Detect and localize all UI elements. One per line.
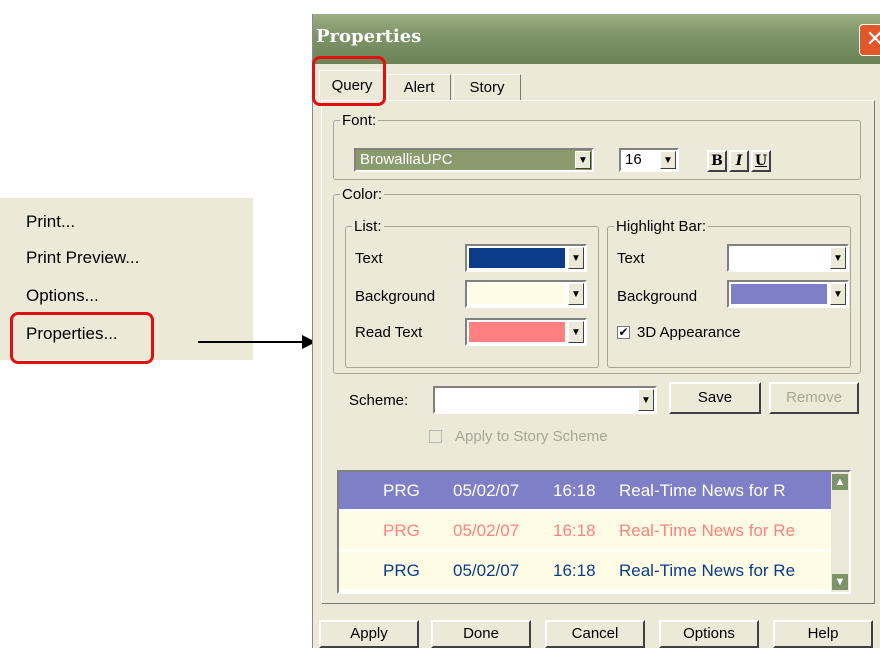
- preview-scrollbar[interactable]: ▲ ▼: [831, 472, 849, 592]
- list-background-swatch: [469, 284, 565, 304]
- chevron-down-icon[interactable]: ▼: [830, 247, 846, 269]
- row-time: 16:18: [553, 481, 596, 500]
- row-code: PRG: [383, 481, 420, 500]
- highlight-text-swatch: [731, 248, 827, 268]
- arrow-line: [198, 341, 304, 343]
- chevron-down-icon[interactable]: ▼: [568, 283, 584, 305]
- help-button[interactable]: Help: [773, 620, 873, 648]
- row-time: 16:18: [553, 561, 596, 580]
- highlight-text-color-select[interactable]: ▼: [727, 244, 849, 272]
- list-item[interactable]: PRG 05/02/07 16:18 Real-Time News for Re: [339, 512, 833, 549]
- list-item[interactable]: PRG 05/02/07 16:18 Real-Time News for R: [339, 472, 833, 509]
- 3d-appearance-label: 3D Appearance: [637, 324, 741, 341]
- list-read-text-swatch: [469, 322, 565, 342]
- row-headline: Real-Time News for Re: [619, 521, 796, 540]
- row-code: PRG: [383, 561, 420, 580]
- font-size-value: 16: [625, 151, 642, 168]
- highlight-background-swatch: [731, 284, 827, 304]
- apply-button[interactable]: Apply: [319, 620, 419, 648]
- font-size-select[interactable]: 16 ▼: [619, 148, 679, 172]
- list-text-swatch: [469, 248, 565, 268]
- chevron-down-icon[interactable]: ▼: [568, 321, 584, 343]
- scheme-select[interactable]: ▼: [433, 386, 657, 414]
- bold-button[interactable]: B: [707, 150, 727, 172]
- remove-button[interactable]: Remove: [769, 382, 859, 414]
- highlight-group-label: Highlight Bar:: [614, 218, 709, 235]
- row-date: 05/02/07: [453, 561, 520, 580]
- highlight-background-label: Background: [617, 288, 698, 305]
- apply-story-scheme-checkbox[interactable]: [429, 430, 442, 443]
- done-button[interactable]: Done: [431, 620, 531, 648]
- tab-story-label: Story: [469, 79, 505, 96]
- properties-dialog: Properties ✕ Query Alert Story Font: Bro…: [312, 14, 880, 648]
- font-family-select[interactable]: BrowalliaUPC ▼: [354, 148, 594, 172]
- chevron-down-icon[interactable]: ▼: [575, 151, 591, 169]
- list-read-text-label: Read Text: [355, 324, 423, 341]
- list-background-label: Background: [355, 288, 436, 305]
- menu-item-print[interactable]: Print...: [26, 212, 75, 232]
- scheme-label: Scheme:: [349, 392, 409, 409]
- apply-story-scheme-label: Apply to Story Scheme: [455, 428, 608, 445]
- underline-button[interactable]: U: [751, 150, 771, 172]
- row-code: PRG: [383, 521, 420, 540]
- row-time: 16:18: [553, 521, 596, 540]
- list-text-label: Text: [355, 250, 383, 267]
- list-background-color-select[interactable]: ▼: [465, 280, 587, 308]
- properties-highlight-box: [10, 312, 154, 364]
- preview-list[interactable]: PRG 05/02/07 16:18 Real-Time News for R …: [337, 470, 851, 594]
- tab-alert[interactable]: Alert: [387, 74, 451, 101]
- font-group-label: Font:: [340, 112, 379, 129]
- list-item[interactable]: PRG 05/02/07 16:18 Real-Time News for Re: [339, 552, 833, 589]
- options-button[interactable]: Options: [659, 620, 759, 648]
- 3d-appearance-checkbox[interactable]: ✔: [617, 326, 630, 339]
- cancel-button[interactable]: Cancel: [545, 620, 645, 648]
- chevron-down-icon[interactable]: ▼: [638, 389, 654, 411]
- chevron-up-icon[interactable]: ▲: [832, 474, 848, 490]
- query-tab-highlight-box: [312, 56, 386, 106]
- dialog-title: Properties: [316, 26, 422, 47]
- font-family-value: BrowalliaUPC: [360, 151, 453, 168]
- chevron-down-icon[interactable]: ▼: [660, 151, 676, 169]
- row-date: 05/02/07: [453, 481, 520, 500]
- chevron-down-icon[interactable]: ▼: [568, 247, 584, 269]
- color-group-label: Color:: [340, 186, 385, 203]
- highlight-text-label: Text: [617, 250, 645, 267]
- list-text-color-select[interactable]: ▼: [465, 244, 587, 272]
- chevron-down-icon[interactable]: ▼: [832, 574, 848, 590]
- title-bar[interactable]: Properties ✕: [313, 14, 880, 64]
- tab-story[interactable]: Story: [453, 74, 521, 101]
- save-button[interactable]: Save: [669, 382, 761, 414]
- menu-item-print-preview[interactable]: Print Preview...: [26, 248, 139, 268]
- close-icon[interactable]: ✕: [859, 24, 880, 56]
- highlight-background-color-select[interactable]: ▼: [727, 280, 849, 308]
- list-group-label: List:: [352, 218, 384, 235]
- chevron-down-icon[interactable]: ▼: [830, 283, 846, 305]
- row-date: 05/02/07: [453, 521, 520, 540]
- row-headline: Real-Time News for R: [619, 481, 786, 500]
- row-headline: Real-Time News for Re: [619, 561, 796, 580]
- tab-alert-label: Alert: [403, 79, 435, 96]
- menu-item-options[interactable]: Options...: [26, 286, 99, 306]
- italic-button[interactable]: I: [729, 150, 749, 172]
- list-read-text-color-select[interactable]: ▼: [465, 318, 587, 346]
